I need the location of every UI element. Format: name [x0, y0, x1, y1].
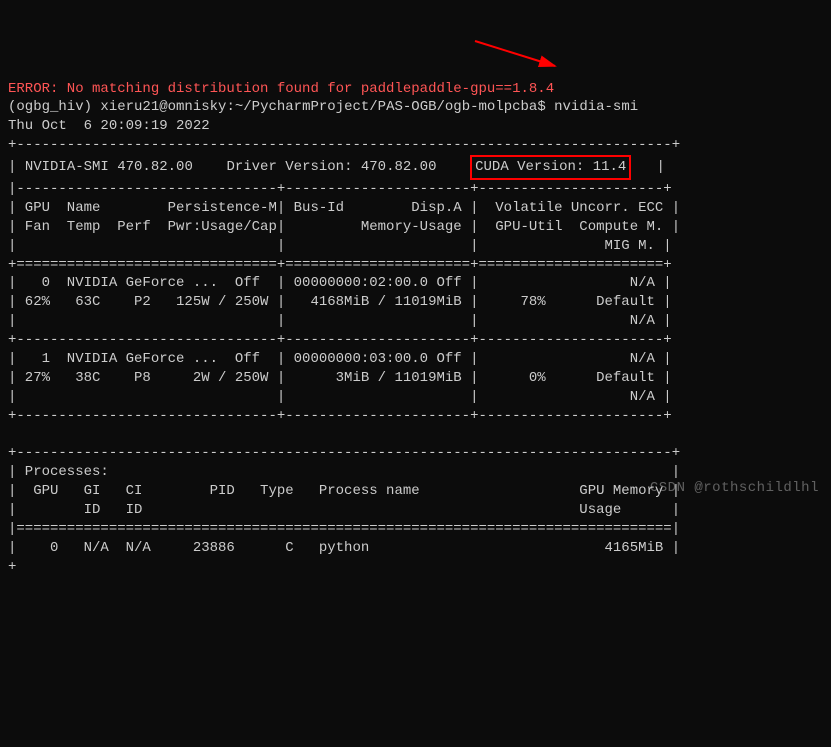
- border: +===============================+=======…: [8, 256, 823, 275]
- gpu1-row2: | 27% 38C P8 2W / 250W | 3MiB / 11019MiB…: [8, 369, 823, 388]
- command[interactable]: nvidia-smi: [554, 99, 638, 115]
- border: +-------------------------------+-------…: [8, 331, 823, 350]
- watermark: CSDN @rothschildlhl: [650, 479, 819, 498]
- border: +-------------------------------+-------…: [8, 407, 823, 426]
- border: |=======================================…: [8, 520, 823, 539]
- border-bottom: +: [8, 558, 823, 577]
- annotation-arrow-icon: [470, 36, 570, 76]
- cuda-version-highlight: CUDA Version: 11.4: [470, 155, 631, 180]
- prompt-line: (ogbg_hiv) xieru21@omnisky:~/PycharmProj…: [8, 98, 823, 117]
- process-row: | 0 N/A N/A 23886 C python 4165MiB |: [8, 539, 823, 558]
- conda-env: (ogbg_hiv): [8, 99, 92, 115]
- processes-header2: | ID ID Usage |: [8, 501, 823, 520]
- gpu1-row1: | 1 NVIDIA GeForce ... Off | 00000000:03…: [8, 350, 823, 369]
- smi-version: NVIDIA-SMI 470.82.00: [25, 159, 193, 175]
- gpu0-row3: | | | N/A |: [8, 312, 823, 331]
- prompt-symbol: $: [537, 99, 545, 115]
- error-line: ERROR: No matching distribution found fo…: [8, 80, 823, 99]
- border: +---------------------------------------…: [8, 136, 823, 155]
- user-host: xieru21@omnisky: [100, 99, 226, 115]
- header-versions: | NVIDIA-SMI 470.82.00 Driver Version: 4…: [8, 155, 823, 180]
- border: +---------------------------------------…: [8, 444, 823, 463]
- driver-version: Driver Version: 470.82.00: [226, 159, 436, 175]
- gpu1-row3: | | | N/A |: [8, 388, 823, 407]
- border: |-------------------------------+-------…: [8, 180, 823, 199]
- gpu0-row1: | 0 NVIDIA GeForce ... Off | 00000000:02…: [8, 274, 823, 293]
- timestamp: Thu Oct 6 20:09:19 2022: [8, 117, 823, 136]
- col-header-1: | GPU Name Persistence-M| Bus-Id Disp.A …: [8, 199, 823, 218]
- blank: [8, 426, 823, 445]
- cwd: ~/PycharmProject/PAS-OGB/ogb-molpcba: [235, 99, 537, 115]
- col-header-3: | | | MIG M. |: [8, 237, 823, 256]
- gpu0-row2: | 62% 63C P2 125W / 250W | 4168MiB / 110…: [8, 293, 823, 312]
- col-header-2: | Fan Temp Perf Pwr:Usage/Cap| Memory-Us…: [8, 218, 823, 237]
